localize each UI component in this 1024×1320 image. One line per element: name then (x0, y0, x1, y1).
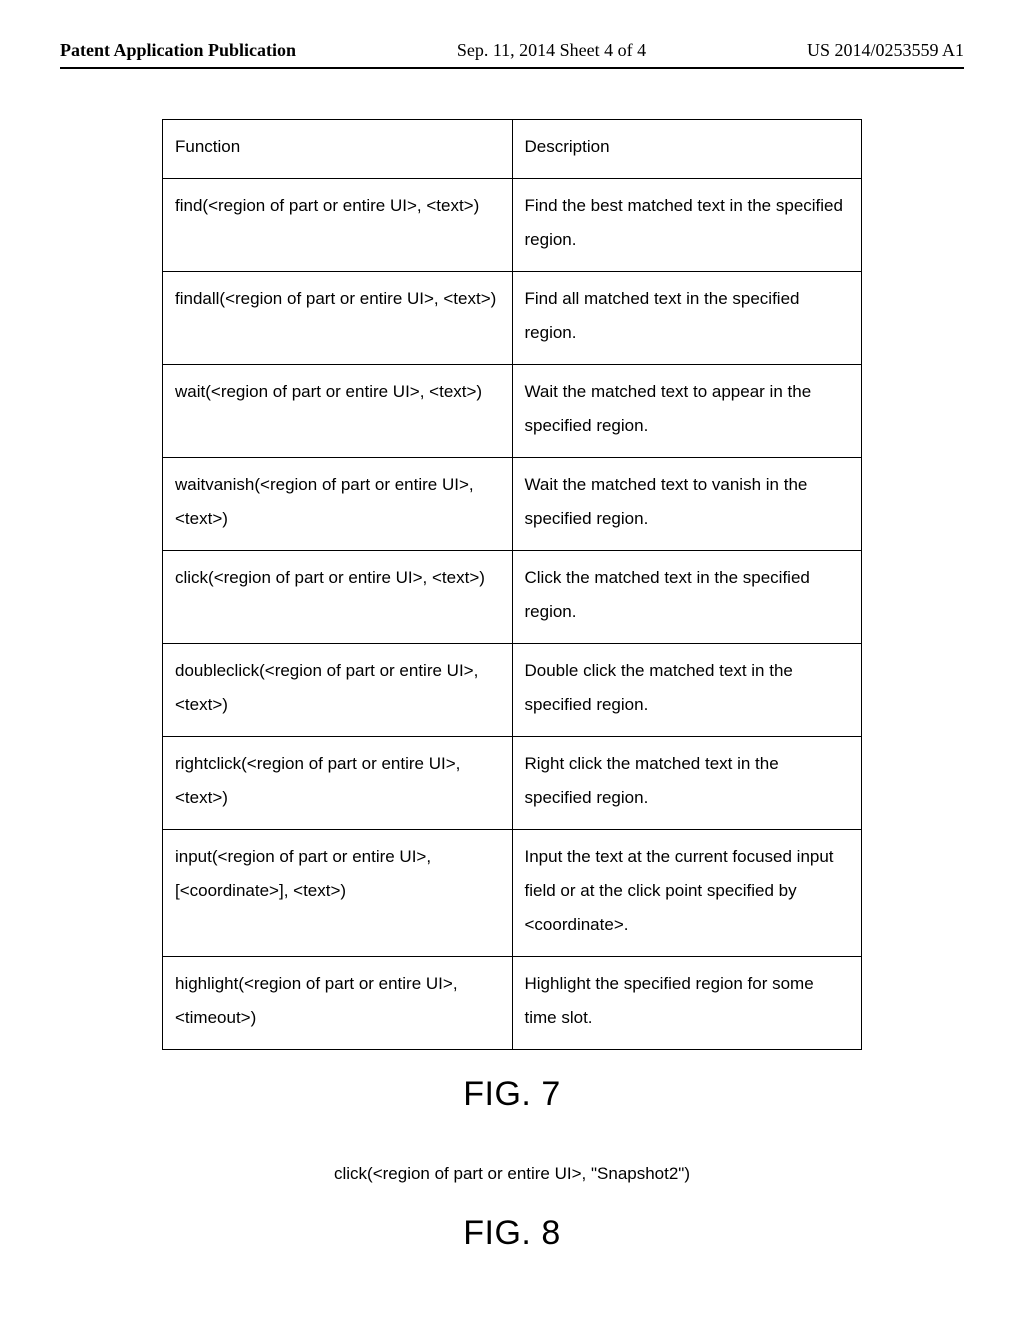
cell-function: click(<region of part or entire UI>, <te… (163, 551, 513, 644)
cell-function: rightclick(<region of part or entire UI>… (163, 737, 513, 830)
cell-function: highlight(<region of part or entire UI>,… (163, 957, 513, 1050)
cell-function: find(<region of part or entire UI>, <tex… (163, 179, 513, 272)
figure-8-label: FIG. 8 (463, 1214, 560, 1253)
table-row: highlight(<region of part or entire UI>,… (163, 957, 862, 1050)
header-publication: Patent Application Publication (60, 40, 296, 61)
table-row: click(<region of part or entire UI>, <te… (163, 551, 862, 644)
header-date-sheet: Sep. 11, 2014 Sheet 4 of 4 (457, 40, 646, 61)
cell-description: Double click the matched text in the spe… (512, 644, 862, 737)
table-row: wait(<region of part or entire UI>, <tex… (163, 365, 862, 458)
cell-description: Find the best matched text in the specif… (512, 179, 862, 272)
page-header: Patent Application Publication Sep. 11, … (60, 40, 964, 61)
cell-description: Wait the matched text to vanish in the s… (512, 458, 862, 551)
cell-description: Input the text at the current focused in… (512, 830, 862, 957)
table-row: waitvanish(<region of part or entire UI>… (163, 458, 862, 551)
table-row: rightclick(<region of part or entire UI>… (163, 737, 862, 830)
cell-function: wait(<region of part or entire UI>, <tex… (163, 365, 513, 458)
cell-description: Click the matched text in the specified … (512, 551, 862, 644)
col-header-description: Description (512, 120, 862, 179)
cell-description: Wait the matched text to appear in the s… (512, 365, 862, 458)
cell-description: Highlight the specified region for some … (512, 957, 862, 1050)
table-row: findall(<region of part or entire UI>, <… (163, 272, 862, 365)
table-header-row: Function Description (163, 120, 862, 179)
table-row: input(<region of part or entire UI>, [<c… (163, 830, 862, 957)
cell-function: findall(<region of part or entire UI>, <… (163, 272, 513, 365)
header-rule (60, 67, 964, 69)
table-row: find(<region of part or entire UI>, <tex… (163, 179, 862, 272)
figure-7-label: FIG. 7 (463, 1075, 560, 1114)
cell-description: Find all matched text in the specified r… (512, 272, 862, 365)
cell-description: Right click the matched text in the spec… (512, 737, 862, 830)
cell-function: input(<region of part or entire UI>, [<c… (163, 830, 513, 957)
col-header-function: Function (163, 120, 513, 179)
function-table: Function Description find(<region of par… (162, 119, 862, 1050)
cell-function: doubleclick(<region of part or entire UI… (163, 644, 513, 737)
header-patent-number: US 2014/0253559 A1 (807, 40, 964, 61)
example-code-line: click(<region of part or entire UI>, "Sn… (334, 1164, 690, 1184)
cell-function: waitvanish(<region of part or entire UI>… (163, 458, 513, 551)
table-row: doubleclick(<region of part or entire UI… (163, 644, 862, 737)
